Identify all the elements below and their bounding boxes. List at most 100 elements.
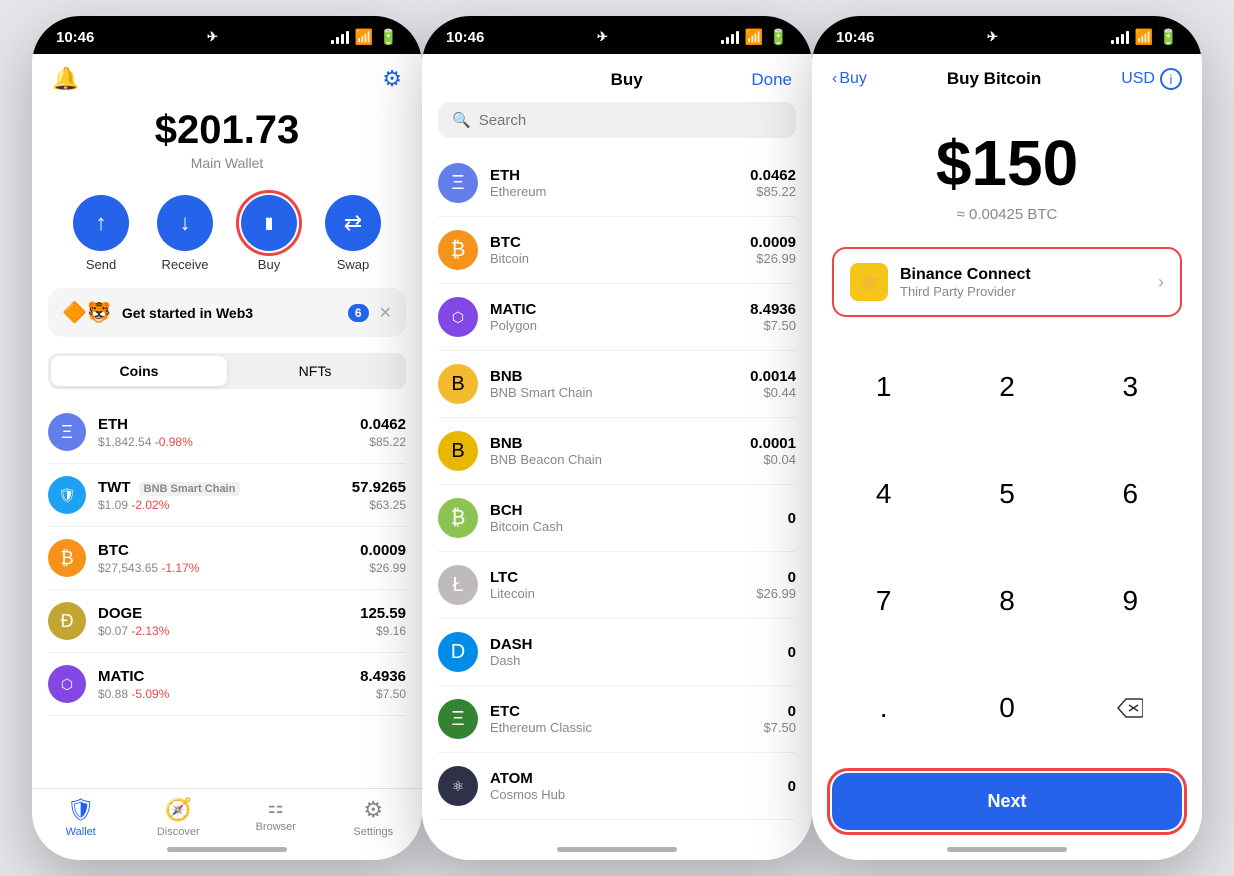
etc-buy-chain: Ethereum Classic — [490, 720, 763, 735]
provider-box[interactable]: Binance Connect Third Party Provider › — [832, 247, 1182, 317]
buy-button[interactable]: ▮ Buy — [241, 195, 297, 272]
key-1[interactable]: 1 — [822, 333, 945, 440]
nav-browser[interactable]: ⚏ Browser — [227, 797, 325, 838]
web3-icons: 🔶🐯 — [62, 300, 112, 325]
dash-buy-name: DASH — [490, 636, 788, 653]
key-dot[interactable]: . — [822, 654, 945, 761]
btc-symbol: BTC — [98, 542, 360, 559]
btc-buy-info: BTC Bitcoin — [490, 234, 750, 266]
buy-item-bnb1[interactable]: B BNB BNB Smart Chain 0.0014 $0.44 — [438, 351, 796, 418]
nav-wallet[interactable]: 🛡 Wallet — [32, 797, 130, 838]
buy-item-eth[interactable]: Ξ ETH Ethereum 0.0462 $85.22 — [438, 150, 796, 217]
etc-buy-name: ETC — [490, 703, 763, 720]
web3-close-icon[interactable]: ✕ — [379, 303, 392, 323]
swap-button[interactable]: ⇄ Swap — [325, 195, 381, 272]
bnb1-buy-info: BNB BNB Smart Chain — [490, 368, 750, 400]
search-bar: 🔍 — [438, 102, 796, 138]
bch-buy-name: BCH — [490, 502, 788, 519]
nav-settings[interactable]: ⚙ Settings — [325, 797, 423, 838]
key-9[interactable]: 9 — [1069, 547, 1192, 654]
eth-icon: Ξ — [48, 413, 86, 451]
ltc-buy-chain: Litecoin — [490, 586, 756, 601]
buy-item-bnb2[interactable]: B BNB BNB Beacon Chain 0.0001 $0.04 — [438, 418, 796, 485]
home-indicator-2 — [557, 847, 677, 852]
search-input[interactable] — [479, 112, 782, 129]
btc-sub: $27,543.65 -1.17% — [98, 561, 360, 575]
buy-item-ltc[interactable]: Ł LTC Litecoin 0 $26.99 — [438, 552, 796, 619]
action-buttons: ↑ Send ↓ Receive ▮ Buy ⇄ Swap — [32, 187, 422, 288]
status-bar-2: 10:46 ✈ 📶 🔋 — [422, 16, 812, 54]
send-button[interactable]: ↑ Send — [73, 195, 129, 272]
buy-item-matic[interactable]: ⬡ MATIC Polygon 8.4936 $7.50 — [438, 284, 796, 351]
key-5[interactable]: 5 — [945, 440, 1068, 547]
web3-text: Get started in Web3 — [122, 305, 338, 321]
tab-coins[interactable]: Coins — [51, 356, 227, 386]
currency-selector[interactable]: USD i — [1121, 68, 1182, 90]
search-icon: 🔍 — [452, 111, 471, 129]
info-icon[interactable]: i — [1160, 68, 1182, 90]
etc-buy-values: 0 $7.50 — [763, 703, 796, 735]
backspace-key[interactable] — [1069, 654, 1192, 761]
buy-btc-screen: ‹ Buy Buy Bitcoin USD i $150 ≈ 0.00425 B… — [812, 54, 1202, 854]
coin-item-eth[interactable]: Ξ ETH $1,842.54 -0.98% 0.0462 $85.22 — [48, 401, 406, 464]
tab-nfts[interactable]: NFTs — [227, 356, 403, 386]
coin-item-doge[interactable]: Ð DOGE $0.07 -2.13% 125.59 $9.16 — [48, 590, 406, 653]
matic-symbol: MATIC — [98, 668, 360, 685]
buy-item-bch[interactable]: ₿ BCH Bitcoin Cash 0 — [438, 485, 796, 552]
matic-amount: 8.4936 — [360, 668, 406, 685]
doge-amount: 125.59 — [360, 605, 406, 622]
bnb1-buy-values: 0.0014 $0.44 — [750, 368, 796, 400]
coin-item-matic[interactable]: ⬡ MATIC $0.88 -5.09% 8.4936 $7.50 — [48, 653, 406, 716]
key-3[interactable]: 3 — [1069, 333, 1192, 440]
receive-button[interactable]: ↓ Receive — [157, 195, 213, 272]
key-2[interactable]: 2 — [945, 333, 1068, 440]
signal-icon-1 — [331, 31, 349, 44]
next-button[interactable]: Next — [832, 773, 1182, 830]
buy-title: Buy — [611, 70, 643, 90]
btc-buy-amount: 0.0009 — [750, 234, 796, 251]
status-bar-3: 10:46 ✈ 📶 🔋 — [812, 16, 1202, 54]
twt-usd: $63.25 — [352, 498, 406, 512]
receive-icon: ↓ — [157, 195, 213, 251]
key-7[interactable]: 7 — [822, 547, 945, 654]
buy-item-atom[interactable]: ⚛ ATOM Cosmos Hub 0 — [438, 753, 796, 820]
buy-item-etc[interactable]: Ξ ETC Ethereum Classic 0 $7.50 — [438, 686, 796, 753]
matic-info: MATIC $0.88 -5.09% — [98, 668, 360, 701]
numpad: 1 2 3 4 5 6 7 8 9 . 0 — [812, 333, 1202, 761]
filter-icon[interactable]: ⚙ — [382, 66, 402, 92]
home-indicator-3 — [947, 847, 1067, 852]
eth-info: ETH $1,842.54 -0.98% — [98, 416, 360, 449]
location-icon-3: ✈ — [987, 29, 998, 45]
dash-buy-icon: D — [438, 632, 478, 672]
buy-item-dash[interactable]: D DASH Dash 0 — [438, 619, 796, 686]
back-label: Buy — [839, 70, 867, 88]
notification-icon[interactable]: 🔔 — [52, 66, 79, 92]
back-button[interactable]: ‹ Buy — [832, 70, 867, 88]
doge-icon: Ð — [48, 602, 86, 640]
settings-nav-label: Settings — [353, 826, 393, 838]
atom-buy-values: 0 — [788, 778, 796, 795]
web3-banner[interactable]: 🔶🐯 Get started in Web3 6 ✕ — [48, 288, 406, 337]
matic-usd: $7.50 — [360, 687, 406, 701]
key-4[interactable]: 4 — [822, 440, 945, 547]
matic-buy-chain: Polygon — [490, 318, 750, 333]
settings-nav-icon: ⚙ — [363, 797, 383, 823]
key-8[interactable]: 8 — [945, 547, 1068, 654]
time-1: 10:46 — [56, 29, 94, 46]
key-6[interactable]: 6 — [1069, 440, 1192, 547]
coin-item-btc[interactable]: ₿ BTC $27,543.65 -1.17% 0.0009 $26.99 — [48, 527, 406, 590]
key-0[interactable]: 0 — [945, 654, 1068, 761]
coin-item-twt[interactable]: 🛡 TWT BNB Smart Chain $1.09 -2.02% 57.92… — [48, 464, 406, 527]
next-btn-container: Next — [812, 761, 1202, 854]
eth-values: 0.0462 $85.22 — [360, 416, 406, 449]
bnb2-buy-chain: BNB Beacon Chain — [490, 452, 750, 467]
nav-discover[interactable]: 🧭 Discover — [130, 797, 228, 838]
bnb1-buy-name: BNB — [490, 368, 750, 385]
done-button[interactable]: Done — [751, 70, 792, 90]
buy-item-btc[interactable]: ₿ BTC Bitcoin 0.0009 $26.99 — [438, 217, 796, 284]
wifi-icon-1: 📶 — [355, 28, 374, 46]
bch-buy-icon: ₿ — [438, 498, 478, 538]
twt-values: 57.9265 $63.25 — [352, 479, 406, 512]
buy-label: Buy — [258, 257, 280, 272]
status-icons-3: 📶 🔋 — [1111, 28, 1178, 46]
